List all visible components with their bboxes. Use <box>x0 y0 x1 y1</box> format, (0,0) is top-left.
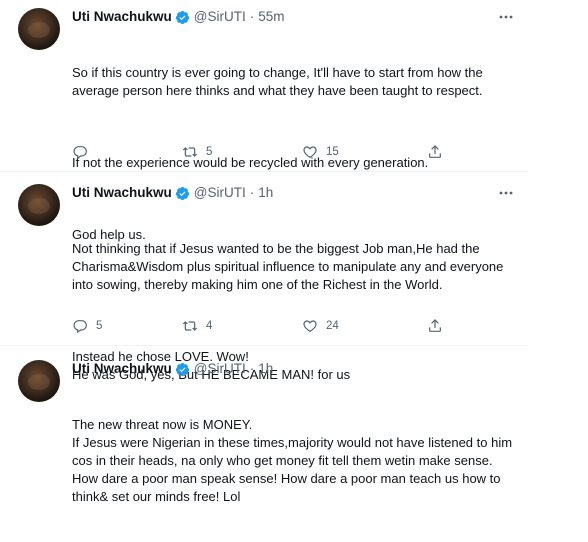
avatar[interactable] <box>18 184 60 226</box>
reply-icon <box>73 320 87 334</box>
tweet[interactable]: Uti Nwachukwu @SirUTI · 1h Not thinking … <box>0 172 528 382</box>
tweet[interactable]: Uti Nwachukwu @SirUTI · 1h The new threa… <box>0 346 528 515</box>
author-handle[interactable]: @SirUTI <box>194 8 246 26</box>
like-button[interactable]: 15 <box>302 142 339 162</box>
like-button[interactable]: 24 <box>302 316 339 336</box>
more-options-icon[interactable] <box>498 8 514 26</box>
tweet-text: The new threat now is MONEY. If Jesus we… <box>72 380 516 542</box>
tweet-timestamp[interactable]: 55m <box>258 8 284 26</box>
separator-dot: · <box>249 9 255 24</box>
avatar[interactable] <box>18 8 60 50</box>
tweet-actions: 5 4 24 <box>72 316 472 336</box>
heart-icon <box>303 320 317 333</box>
share-button[interactable] <box>427 316 443 336</box>
author-name[interactable]: Uti Nwachukwu <box>72 8 172 26</box>
avatar[interactable] <box>18 360 60 402</box>
like-count: 24 <box>326 320 339 332</box>
retweet-icon <box>182 321 198 331</box>
separator-dot: · <box>249 361 255 376</box>
author-handle[interactable]: @SirUTI <box>194 360 246 378</box>
share-button[interactable] <box>427 142 443 162</box>
tweet-timestamp[interactable]: 1h <box>258 360 273 378</box>
share-icon <box>429 319 441 332</box>
author-name[interactable]: Uti Nwachukwu <box>72 184 172 202</box>
tweet-paragraph: Not thinking that if Jesus wanted to be … <box>72 241 508 292</box>
like-count: 15 <box>326 146 339 158</box>
tweet-header: Uti Nwachukwu @SirUTI · 1h <box>72 360 516 378</box>
tweet[interactable]: Uti Nwachukwu @SirUTI · 55m So if this c… <box>0 0 528 242</box>
tweet-feed: Uti Nwachukwu @SirUTI · 55m So if this c… <box>0 0 528 515</box>
tweet-paragraph: So if this country is ever going to chan… <box>72 65 487 98</box>
tweet-timestamp[interactable]: 1h <box>258 184 273 202</box>
verified-badge-icon <box>175 10 189 24</box>
reply-count: 5 <box>96 320 103 332</box>
author-name[interactable]: Uti Nwachukwu <box>72 360 172 378</box>
retweet-button[interactable]: 4 <box>182 316 212 336</box>
more-options-icon[interactable] <box>498 184 514 202</box>
retweet-count: 5 <box>206 146 213 158</box>
share-icon <box>429 145 441 158</box>
separator-dot: · <box>249 185 255 200</box>
tweet-actions: 5 15 <box>72 142 472 162</box>
tweet-header: Uti Nwachukwu @SirUTI · 55m <box>72 8 516 26</box>
retweet-icon <box>182 147 198 157</box>
heart-icon <box>303 146 317 159</box>
verified-badge-icon <box>175 186 189 200</box>
retweet-count: 4 <box>206 320 213 332</box>
reply-icon <box>73 146 87 160</box>
author-handle[interactable]: @SirUTI <box>194 184 246 202</box>
retweet-button[interactable]: 5 <box>182 142 212 162</box>
verified-badge-icon <box>175 362 189 376</box>
reply-button[interactable] <box>72 142 96 162</box>
reply-button[interactable]: 5 <box>72 316 102 336</box>
tweet-paragraph: The new threat now is MONEY. If Jesus we… <box>72 417 513 504</box>
tweet-header: Uti Nwachukwu @SirUTI · 1h <box>72 184 516 202</box>
